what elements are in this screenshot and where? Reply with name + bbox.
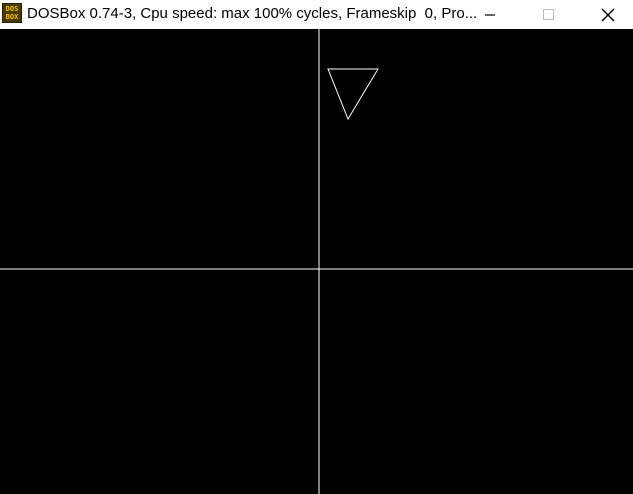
window-title: DOSBox 0.74-3, Cpu speed: max 100% cycle…: [27, 5, 478, 22]
minimize-button[interactable]: [468, 0, 512, 29]
close-button[interactable]: [586, 0, 630, 29]
minimize-icon: [485, 13, 495, 16]
graphics-canvas: [0, 29, 633, 494]
close-icon: [601, 8, 615, 21]
dosbox-icon[interactable]: DOS BOX: [2, 3, 22, 23]
dos-screen[interactable]: [0, 29, 633, 494]
screen-background: [0, 29, 633, 494]
title-bar[interactable]: DOS BOX DOSBox 0.74-3, Cpu speed: max 10…: [0, 0, 633, 29]
icon-text-line2: BOX: [5, 13, 19, 21]
maximize-button[interactable]: [527, 0, 571, 29]
maximize-icon: [543, 8, 554, 20]
icon-text-line1: DOS: [5, 5, 19, 13]
dosbox-window: DOS BOX DOSBox 0.74-3, Cpu speed: max 10…: [0, 0, 633, 494]
